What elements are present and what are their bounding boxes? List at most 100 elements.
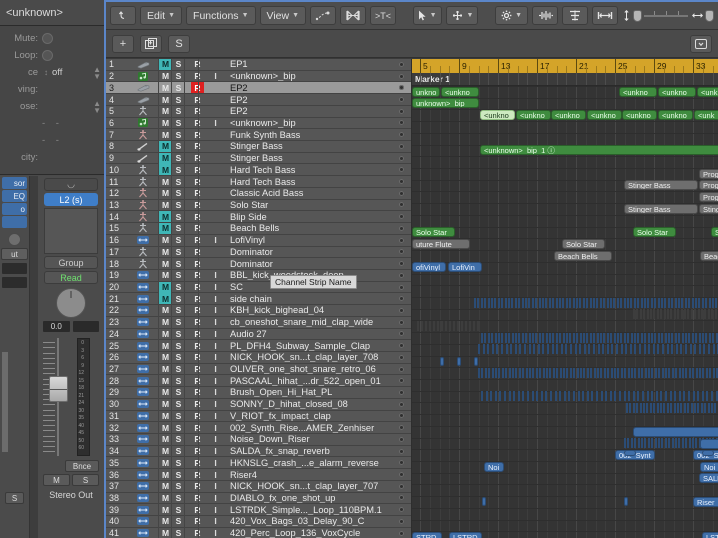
mute-checkbox[interactable] (42, 33, 53, 44)
group-button[interactable]: Group (44, 256, 98, 269)
track-header-row[interactable]: 4MSREP2 (106, 94, 411, 106)
audio-region-blob[interactable] (633, 426, 718, 437)
audio-region-blob[interactable] (702, 450, 714, 457)
track-automation-dot[interactable] (399, 530, 404, 536)
bar-ruler[interactable]: 5 9 13 17 21 25 29 33 (412, 59, 718, 73)
menu-functions[interactable]: Functions ▼ (186, 6, 256, 25)
param-velocity[interactable]: city: (0, 149, 104, 166)
track-header-row[interactable]: 32MSRI002_Synth_Rise...AMER_Zenhiser (106, 422, 411, 434)
track-automation-dot[interactable] (399, 460, 404, 466)
track-header-row[interactable]: 29MSRIBrush_Open_Hi_Hat_PL (106, 387, 411, 399)
track-input-monitor-button[interactable] (209, 211, 222, 222)
vzoom-track[interactable] (644, 10, 689, 17)
sends-area[interactable] (44, 208, 98, 254)
secondary-tool-button[interactable]: ▼ (445, 6, 479, 25)
track-input-monitor-button[interactable] (209, 223, 222, 234)
track-input-monitor-button[interactable]: I (209, 71, 222, 82)
track-automation-dot[interactable] (399, 401, 404, 407)
arrange-region[interactable]: Solo Star (562, 238, 605, 249)
arrange-region[interactable]: Riser (693, 496, 718, 507)
track-icon-bass-icon[interactable] (128, 211, 158, 222)
param-transpose[interactable]: ce ↕ off ▲ ▼ (0, 64, 104, 81)
track-automation-dot[interactable] (399, 518, 404, 524)
track-name-label[interactable]: NICK_HOOK_sn...t_clap_layer_707 (222, 481, 399, 491)
track-icon-bass-icon[interactable] (128, 199, 158, 210)
arrange-region[interactable]: <unkno (587, 110, 622, 121)
value-field-1[interactable] (2, 263, 27, 274)
track-name-label[interactable]: EP2 (222, 95, 399, 105)
track-name-label[interactable]: SONNY_D_hihat_closed_08 (222, 399, 399, 409)
arrange-region[interactable]: ofiVinyl (412, 262, 446, 273)
channel-strip-master[interactable]: ◡ L2 (s) Group Read 0.0 0 3 6 9 12 15 18… (38, 176, 104, 538)
track-input-monitor-button[interactable] (209, 199, 222, 210)
track-automation-dot[interactable] (399, 261, 404, 267)
arrange-region[interactable]: <unk (694, 110, 718, 121)
arrange-region[interactable]: <unkno (480, 110, 515, 121)
arrange-region[interactable]: Noi (484, 461, 504, 472)
arrange-region[interactable]: <unkno (619, 86, 657, 97)
track-icon-synth-icon[interactable] (128, 258, 158, 269)
track-icon-audio-icon[interactable] (128, 529, 158, 538)
menu-edit[interactable]: Edit ▼ (140, 6, 183, 25)
audio-region-cluster[interactable] (481, 332, 718, 343)
track-automation-dot[interactable] (399, 319, 404, 325)
track-icon-synth-icon[interactable] (128, 106, 158, 116)
track-icon-audio-icon[interactable] (128, 306, 158, 315)
track-input-monitor-button[interactable]: I (209, 481, 222, 492)
track-name-label[interactable]: Classic Acid Bass (222, 188, 399, 198)
track-automation-dot[interactable] (399, 167, 404, 173)
track-automation-dot[interactable] (399, 507, 404, 513)
track-input-monitor-button[interactable] (209, 82, 222, 93)
solo-button[interactable]: S (72, 474, 99, 486)
track-name-label[interactable]: Beach Bells (222, 223, 399, 233)
flex-time-icon[interactable] (340, 6, 367, 25)
track-icon-audio-icon[interactable] (128, 447, 158, 456)
track-input-monitor-button[interactable] (209, 164, 222, 175)
track-header-row[interactable]: 21MSRIside chain (106, 293, 411, 306)
volume-fader[interactable] (43, 338, 73, 458)
track-automation-dot[interactable] (399, 495, 404, 501)
track-input-monitor-button[interactable]: I (209, 410, 222, 421)
track-icon-audio-icon[interactable] (128, 376, 158, 385)
audio-region-blob[interactable] (700, 438, 718, 449)
track-header-row[interactable]: 12MSRClassic Acid Bass (106, 187, 411, 200)
track-input-monitor-button[interactable]: I (209, 446, 222, 457)
track-icon-audio-icon[interactable] (128, 283, 158, 292)
pan-value[interactable] (72, 321, 99, 332)
track-automation-dot[interactable] (399, 354, 404, 360)
track-name-label[interactable]: Stinger Bass (222, 153, 399, 163)
track-name-label[interactable]: side chain (222, 294, 399, 304)
gear-icon[interactable]: ▼ (495, 6, 529, 25)
track-headers-list[interactable]: 1MSREP12MSRI<unknown>_bip3MSREP24MSREP25… (106, 59, 412, 538)
arrange-region[interactable]: <unkno (551, 110, 586, 121)
track-header-row[interactable]: 36MSRIRiser4 (106, 469, 411, 481)
plugin-slot-1[interactable]: sor (2, 177, 27, 189)
track-header-row[interactable]: 6MSRI<unknown>_bip (106, 117, 411, 130)
arrange-region[interactable]: Progr (699, 168, 718, 179)
track-icon-synth-icon[interactable] (128, 246, 158, 257)
track-header-row[interactable]: 38MSRIDIABLO_fx_one_shot_up (106, 492, 411, 505)
track-header-row[interactable]: 2MSRI<unknown>_bip (106, 70, 411, 83)
track-name-label[interactable]: Dominator (222, 259, 399, 269)
param-loop[interactable]: Loop: (0, 47, 104, 64)
track-header-row[interactable]: 23MSRIcb_oneshot_snare_mid_clap_wide (106, 316, 411, 329)
track-icon-synth-icon[interactable] (128, 176, 158, 187)
list-toggle-button[interactable] (690, 34, 712, 53)
track-icon-bass-icon[interactable] (128, 129, 158, 140)
track-name-label[interactable]: PL_DFH4_Subway_Sample_Clap (222, 341, 399, 351)
track-name-label[interactable]: HKNSLG_crash_...e_alarm_reverse (222, 458, 399, 468)
arrange-region[interactable]: <unkno (658, 86, 696, 97)
track-name-label[interactable]: EP2 (222, 83, 399, 93)
track-input-monitor-button[interactable]: I (209, 293, 222, 304)
arrange-region[interactable]: Progr (699, 192, 718, 203)
arrange-region[interactable]: <unkno (441, 86, 479, 97)
track-icon-guitar-icon[interactable] (128, 142, 158, 151)
track-name-label[interactable]: 420_Perc_Loop_136_VoxCycle (222, 528, 399, 538)
track-name-label[interactable]: cb_oneshot_snare_mid_clap_wide (222, 317, 399, 327)
track-automation-dot[interactable] (399, 448, 404, 454)
track-input-monitor-button[interactable]: I (209, 387, 222, 398)
track-icon-audio-icon[interactable] (128, 493, 158, 502)
track-input-monitor-button[interactable] (209, 106, 222, 117)
track-header-row[interactable]: 25MSRIPL_DFH4_Subway_Sample_Clap (106, 340, 411, 352)
track-header-row[interactable]: 39MSRILSTRDK_Simple..._Loop_110BPM.1 (106, 504, 411, 517)
